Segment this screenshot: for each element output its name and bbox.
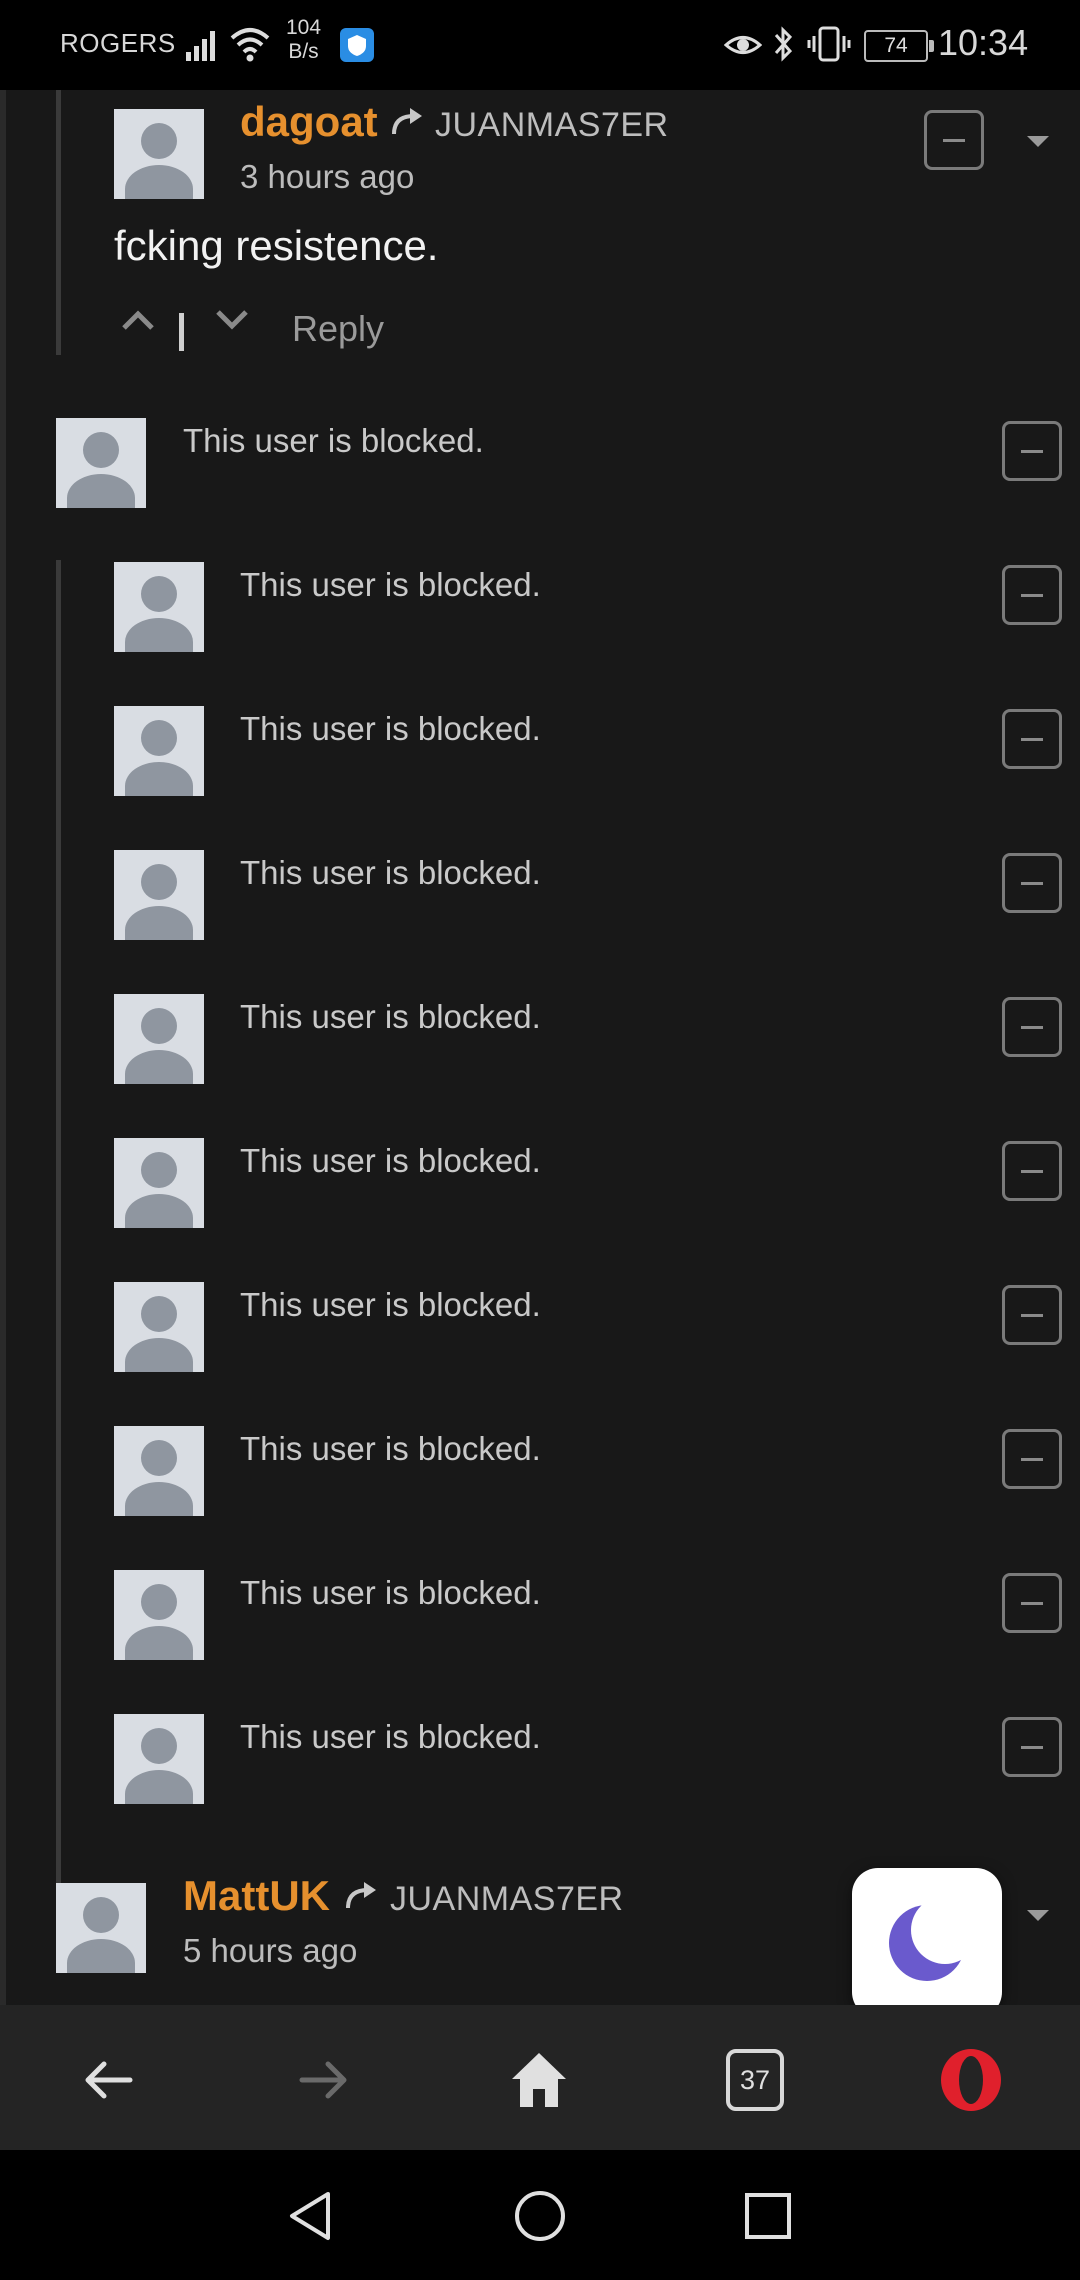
home-button[interactable] bbox=[504, 2045, 574, 2115]
speed-unit: B/s bbox=[288, 40, 319, 63]
avatar bbox=[114, 1138, 204, 1228]
nav-home-icon[interactable] bbox=[512, 2188, 568, 2244]
tabs-icon: 37 bbox=[726, 2049, 784, 2111]
vibrate-icon bbox=[807, 26, 851, 62]
avatar bbox=[114, 1714, 204, 1804]
blocked-notice: This user is blocked. bbox=[240, 1574, 541, 1611]
avatar[interactable] bbox=[56, 1883, 146, 1973]
thread-line bbox=[56, 560, 61, 1910]
night-mode-button[interactable] bbox=[852, 1868, 1002, 2005]
blocked-notice: This user is blocked. bbox=[183, 422, 484, 459]
options-dropdown-icon[interactable] bbox=[1027, 136, 1049, 147]
comment-time: 5 hours ago bbox=[183, 1932, 358, 1969]
home-icon bbox=[512, 2053, 566, 2107]
comment-text: fcking resistence. bbox=[114, 222, 439, 269]
upvote-icon[interactable] bbox=[120, 308, 156, 332]
collapse-button[interactable] bbox=[1002, 1573, 1062, 1633]
blocked-notice: This user is blocked. bbox=[240, 1142, 541, 1179]
comments-section: dagoat JUANMAS7ER 3 hours ago fcking res… bbox=[0, 90, 1080, 2005]
avatar bbox=[114, 1426, 204, 1516]
collapse-button[interactable] bbox=[1002, 997, 1062, 1057]
comment-time: 3 hours ago bbox=[240, 158, 415, 195]
blocked-notice: This user is blocked. bbox=[240, 1718, 541, 1755]
blocked-notice: This user is blocked. bbox=[240, 710, 541, 747]
moon-icon bbox=[889, 1896, 979, 1981]
reply-arrow-icon bbox=[346, 1882, 376, 1909]
thread-line bbox=[56, 90, 61, 355]
collapse-button[interactable] bbox=[1002, 853, 1062, 913]
collapse-button[interactable] bbox=[1002, 709, 1062, 769]
carrier-label: ROGERS bbox=[60, 28, 176, 58]
blocked-notice: This user is blocked. bbox=[240, 998, 541, 1035]
options-dropdown-icon[interactable] bbox=[1027, 1910, 1049, 1921]
opera-menu-icon bbox=[941, 2049, 1001, 2111]
clock: 10:34 bbox=[938, 22, 1029, 63]
opera-menu-button[interactable] bbox=[936, 2045, 1006, 2115]
wifi-icon bbox=[230, 28, 270, 62]
collapse-button[interactable] bbox=[1002, 1429, 1062, 1489]
avatar bbox=[56, 418, 146, 508]
status-bar: ROGERS 104 B/s 74 10:34 bbox=[0, 0, 1080, 90]
forward-button[interactable] bbox=[288, 2045, 358, 2115]
system-navigation-bar bbox=[0, 2150, 1080, 2280]
reply-arrow-icon bbox=[392, 108, 422, 135]
blocked-notice: This user is blocked. bbox=[240, 566, 541, 603]
blocked-notice: This user is blocked. bbox=[240, 854, 541, 891]
avatar bbox=[114, 706, 204, 796]
nav-back-icon[interactable] bbox=[282, 2188, 338, 2244]
collapse-button[interactable] bbox=[1002, 1717, 1062, 1777]
back-button[interactable] bbox=[74, 2045, 144, 2115]
blocked-notice: This user is blocked. bbox=[240, 1430, 541, 1467]
collapse-button[interactable] bbox=[1002, 421, 1062, 481]
collapse-button[interactable] bbox=[924, 110, 984, 170]
avatar bbox=[114, 994, 204, 1084]
battery-icon: 74 bbox=[864, 30, 934, 62]
collapse-button[interactable] bbox=[1002, 1285, 1062, 1345]
browser-toolbar: 37 bbox=[0, 2005, 1080, 2150]
tabs-button[interactable]: 37 bbox=[720, 2049, 790, 2119]
forward-arrow-icon bbox=[299, 2061, 347, 2099]
comment-username[interactable]: MattUK bbox=[183, 1872, 330, 1920]
avatar bbox=[114, 562, 204, 652]
speed-value: 104 bbox=[286, 16, 322, 39]
reply-to-username[interactable]: JUANMAS7ER bbox=[435, 106, 669, 145]
avatar[interactable] bbox=[114, 109, 204, 199]
network-speed: 104 B/s bbox=[286, 16, 321, 64]
blocked-notice: This user is blocked. bbox=[240, 1286, 541, 1323]
back-arrow-icon bbox=[85, 2061, 133, 2099]
eye-comfort-icon bbox=[724, 36, 762, 54]
vote-separator bbox=[179, 313, 184, 351]
avatar bbox=[114, 850, 204, 940]
collapse-button[interactable] bbox=[1002, 565, 1062, 625]
reply-button[interactable]: Reply bbox=[292, 308, 384, 350]
bluetooth-icon bbox=[774, 26, 793, 62]
vpn-shield-icon bbox=[340, 28, 374, 62]
collapse-button[interactable] bbox=[1002, 1141, 1062, 1201]
avatar bbox=[114, 1282, 204, 1372]
downvote-icon[interactable] bbox=[214, 308, 250, 332]
avatar bbox=[114, 1570, 204, 1660]
page-edge bbox=[0, 90, 6, 2005]
comment-username[interactable]: dagoat bbox=[240, 98, 378, 146]
signal-icon bbox=[186, 31, 215, 61]
reply-to-username[interactable]: JUANMAS7ER bbox=[390, 1880, 624, 1919]
nav-recents-icon[interactable] bbox=[742, 2190, 794, 2242]
